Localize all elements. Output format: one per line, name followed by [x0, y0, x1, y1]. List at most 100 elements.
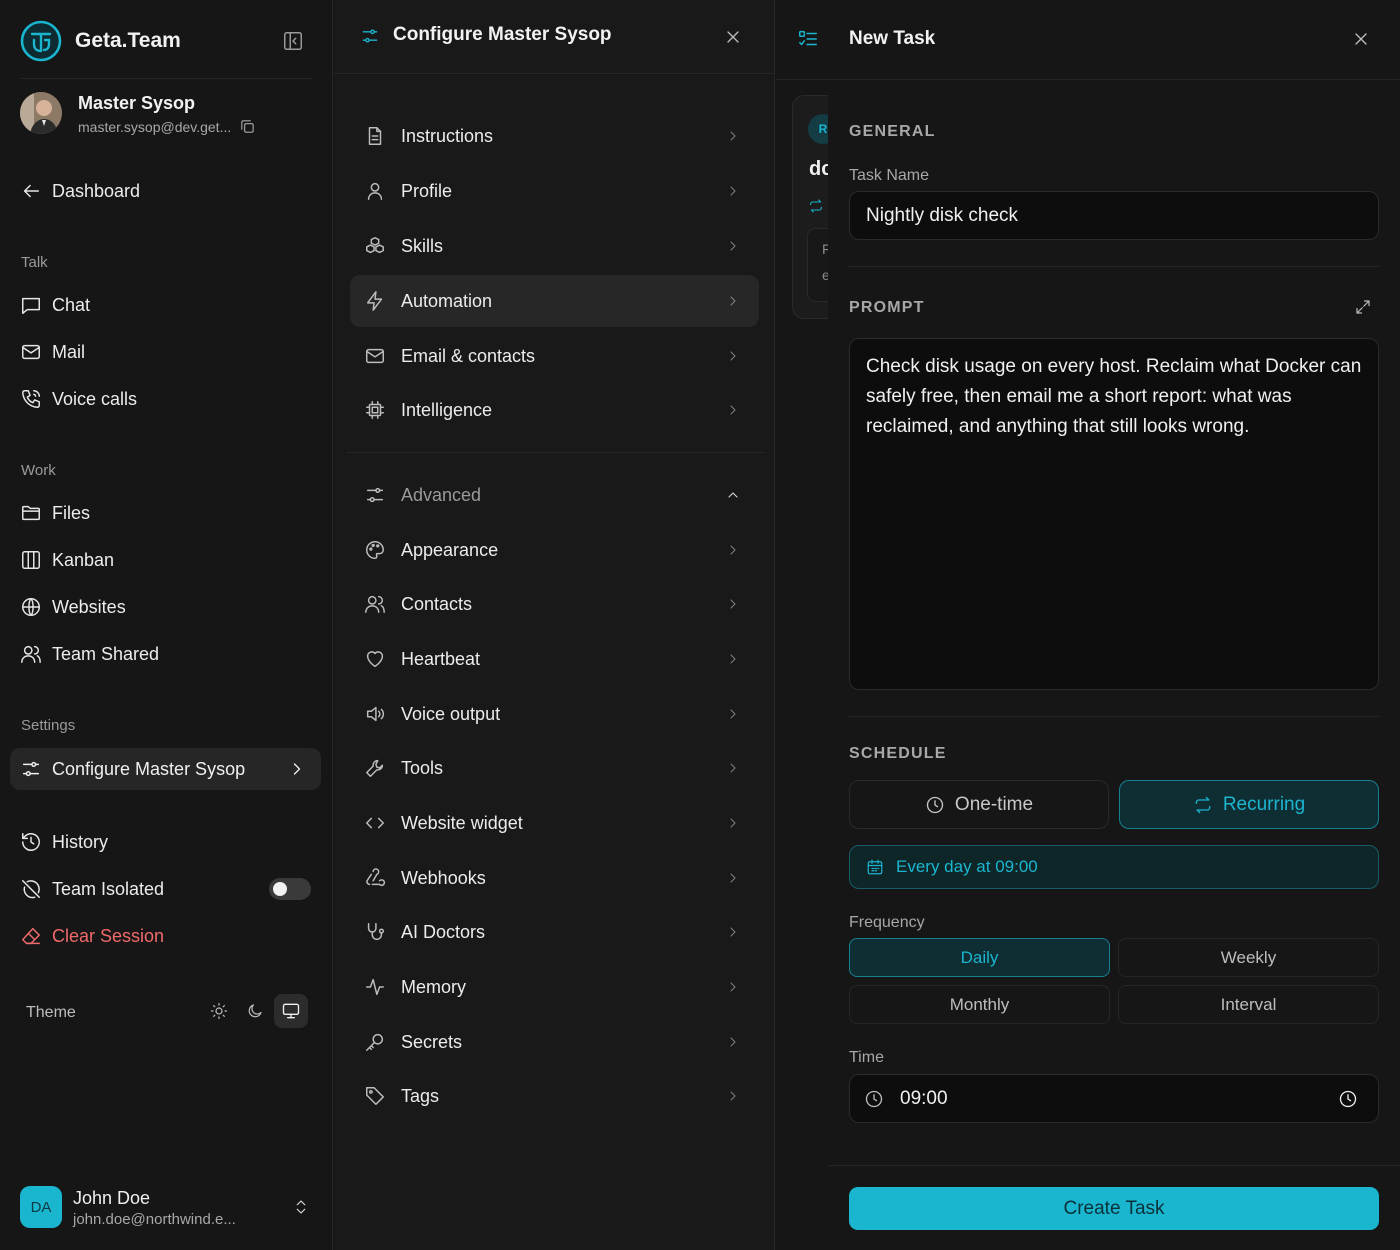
heart-icon [364, 648, 386, 670]
folder-icon [20, 502, 42, 524]
new-task-panel: New Task GENERAL Task Name Nightly disk … [776, 0, 1400, 1250]
chevrons-up-down-icon [292, 1198, 310, 1216]
user-icon [364, 180, 386, 202]
configure-panel: Configure Master Sysop Instructions Prof… [334, 0, 775, 1250]
theme-dark-button[interactable] [238, 994, 272, 1028]
configure-panel-title: Configure Master Sysop [393, 24, 612, 45]
chevron-up-icon [725, 487, 741, 503]
menu-profile[interactable]: Profile [350, 165, 759, 217]
create-task-button[interactable]: Create Task [849, 1187, 1379, 1230]
nav-configure-label: Configure Master Sysop [52, 758, 246, 779]
users-icon [364, 593, 386, 615]
time-input[interactable]: 09:00 [849, 1074, 1379, 1123]
one-time-label: One-time [954, 793, 1034, 815]
menu-voice-output[interactable]: Voice output [350, 688, 759, 740]
user-menu[interactable]: DA John Doe john.doe@northwind.e... [20, 1186, 312, 1228]
advanced-label: Advanced [401, 484, 482, 505]
close-icon[interactable] [1351, 29, 1371, 49]
menu-label: Tools [401, 757, 444, 778]
nav-chat[interactable]: Chat [20, 291, 90, 319]
menu-ai-doctors[interactable]: AI Doctors [350, 906, 759, 958]
menu-skills[interactable]: Skills [350, 220, 759, 272]
nav-kanban-label: Kanban [52, 549, 115, 570]
chevron-right-icon [725, 348, 741, 364]
nav-mail[interactable]: Mail [20, 338, 85, 366]
close-icon[interactable] [723, 27, 743, 47]
user-name: John Doe [73, 1187, 151, 1208]
prompt-textarea[interactable]: Check disk usage on every host. Reclaim … [849, 338, 1379, 690]
expand-icon[interactable] [1354, 298, 1372, 316]
palette-icon [364, 539, 386, 561]
time-value: 09:00 [900, 1087, 948, 1109]
menu-website-widget[interactable]: Website widget [350, 797, 759, 849]
task-list-icon [797, 28, 819, 50]
brand[interactable]: Geta.Team [20, 20, 181, 62]
menu-memory[interactable]: Memory [350, 961, 759, 1013]
team-isolated-toggle[interactable] [269, 878, 311, 900]
recurring-button[interactable]: Recurring [1119, 780, 1379, 829]
bolt-icon [364, 290, 386, 312]
chevron-right-icon [725, 596, 741, 612]
frequency-interval[interactable]: Interval [1118, 985, 1379, 1024]
theme-row: Theme [26, 994, 308, 1028]
nav-team-shared[interactable]: Team Shared [20, 640, 159, 668]
menu-instructions[interactable]: Instructions [350, 110, 759, 162]
eraser-icon [20, 925, 42, 947]
nav-voice-calls[interactable]: Voice calls [20, 385, 137, 413]
theme-system-button[interactable] [274, 994, 308, 1028]
menu-automation[interactable]: Automation [350, 275, 759, 327]
mail-icon [20, 341, 42, 363]
time-picker-icon[interactable] [1338, 1089, 1358, 1109]
chevron-right-icon [287, 759, 307, 779]
arrow-left-icon [20, 180, 42, 202]
new-task-header: New Task [776, 0, 1400, 80]
frequency-monthly[interactable]: Monthly [849, 985, 1110, 1024]
nav-dashboard[interactable]: Dashboard [20, 177, 140, 205]
key-icon [364, 1031, 386, 1053]
copy-icon[interactable] [239, 118, 256, 135]
menu-tools[interactable]: Tools [350, 742, 759, 794]
nav-websites[interactable]: Websites [20, 593, 126, 621]
one-time-button[interactable]: One-time [849, 780, 1109, 829]
nav-history[interactable]: History [20, 828, 108, 856]
menu-tags[interactable]: Tags [350, 1070, 759, 1122]
menu-secrets[interactable]: Secrets [350, 1016, 759, 1068]
skills-icon [364, 235, 386, 257]
nav-chat-label: Chat [52, 294, 91, 315]
nav-clear-session[interactable]: Clear Session [20, 922, 164, 950]
menu-label: Tags [401, 1085, 440, 1106]
chevron-right-icon [725, 1088, 741, 1104]
chevron-right-icon [725, 706, 741, 722]
team-isolated-row: Team Isolated [20, 875, 164, 903]
menu-webhooks[interactable]: Webhooks [350, 852, 759, 904]
chevron-right-icon [725, 979, 741, 995]
recurring-label: Recurring [1222, 793, 1306, 815]
nav-kanban[interactable]: Kanban [20, 546, 114, 574]
nav-configure[interactable]: Configure Master Sysop [10, 748, 321, 790]
advanced-toggle[interactable]: Advanced [350, 469, 759, 521]
menu-contacts[interactable]: Contacts [350, 578, 759, 630]
collapse-sidebar-icon[interactable] [282, 30, 304, 52]
menu-heartbeat[interactable]: Heartbeat [350, 633, 759, 685]
menu-label: Memory [401, 976, 467, 997]
frequency-daily[interactable]: Daily [849, 938, 1110, 977]
chevron-right-icon [725, 870, 741, 886]
frequency-weekly[interactable]: Weekly [1118, 938, 1379, 977]
wrench-icon [364, 757, 386, 779]
schedule-summary-text: Every day at 09:00 [896, 857, 1038, 876]
account-card: Master Sysop master.sysop@dev.get... [20, 92, 256, 135]
general-heading: GENERAL [849, 123, 936, 140]
repeat-icon [1193, 795, 1213, 815]
menu-intelligence[interactable]: Intelligence [350, 384, 759, 436]
menu-label: Instructions [401, 125, 494, 146]
toggle-knob [273, 882, 287, 896]
time-label: Time [849, 1049, 884, 1066]
task-name-input[interactable]: Nightly disk check [849, 191, 1379, 240]
nav-files-label: Files [52, 502, 91, 523]
menu-appearance[interactable]: Appearance [350, 524, 759, 576]
nav-files[interactable]: Files [20, 499, 90, 527]
menu-email-contacts[interactable]: Email & contacts [350, 330, 759, 382]
theme-light-button[interactable] [202, 994, 236, 1028]
moon-icon [248, 1004, 262, 1018]
divider [828, 1165, 1400, 1166]
